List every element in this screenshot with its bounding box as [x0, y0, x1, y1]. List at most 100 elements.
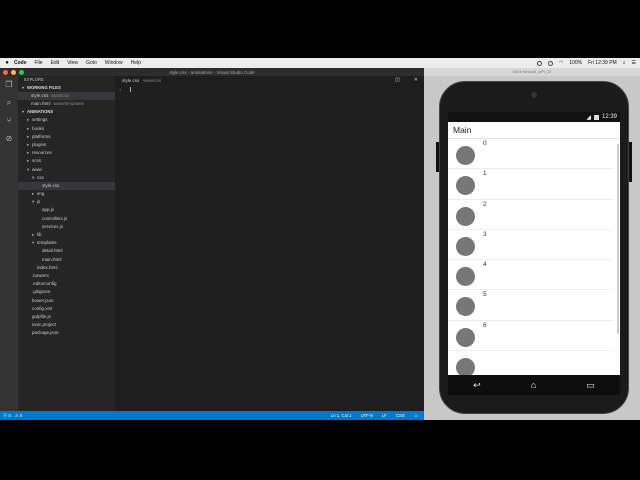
working-file-name: style.css	[31, 93, 49, 98]
tree-file[interactable]: detail.html	[18, 247, 115, 255]
list-item[interactable]: 1	[448, 169, 613, 200]
tree-item-label: index.html	[37, 264, 58, 270]
tree-file[interactable]: .editorconfig	[18, 280, 115, 288]
tree-item-label: main.html	[42, 256, 62, 262]
status-icon[interactable]	[536, 60, 542, 66]
tree-folder[interactable]: ▸ hooks	[18, 125, 115, 133]
tree-folder[interactable]: ▾ js	[18, 198, 115, 206]
tree-file[interactable]: package.json	[18, 329, 115, 337]
warnings-indicator[interactable]: ⚠ 0	[15, 413, 22, 419]
tree-folder[interactable]: ▸ img	[18, 190, 115, 198]
tree-file[interactable]: .gitignore	[18, 288, 115, 296]
tree-item-label: package.json	[32, 330, 59, 336]
tree-file[interactable]: config.xml	[18, 305, 115, 313]
menu-goto[interactable]: Goto	[86, 60, 97, 66]
tree-folder[interactable]: ▸ scss	[18, 157, 115, 165]
avatar	[456, 206, 475, 226]
menu-clock[interactable]: Fri 12:39 PM	[588, 60, 617, 66]
tree-item-label: detail.html	[42, 248, 63, 254]
apple-icon[interactable]: ●	[0, 60, 14, 66]
tree-folder[interactable]: ▸ platforms	[18, 133, 115, 141]
close-icon[interactable]: ✕	[414, 77, 418, 83]
tree-folder[interactable]: ▸ resources	[18, 149, 115, 157]
mac-menu-bar: ● Code File Edit View Goto Window Help ◠…	[0, 58, 640, 68]
list-item-partial[interactable]	[448, 351, 613, 375]
tree-folder[interactable]: ▾ www	[18, 166, 115, 174]
debug-icon[interactable]: ⊘	[5, 134, 14, 143]
list-item[interactable]: 0	[448, 139, 613, 170]
git-icon[interactable]: ⑂	[5, 116, 14, 125]
list-item[interactable]: 4	[448, 260, 613, 291]
explorer-title: EXPLORE	[24, 77, 44, 82]
language-mode[interactable]: CSS	[396, 413, 405, 418]
tree-file[interactable]: ionic.project	[18, 321, 115, 329]
tree-item-label: css	[37, 174, 44, 180]
volume-button[interactable]	[629, 142, 632, 182]
tree-item-label: config.xml	[32, 305, 53, 311]
back-icon[interactable]: ↩	[473, 380, 481, 391]
working-files-list: style.css www/css main.html www/templates	[18, 92, 115, 108]
editor-tab[interactable]: style.css www/css ◫ ✕	[115, 76, 424, 85]
tree-item-label: www	[32, 166, 42, 172]
tree-file[interactable]: .bowerrc	[18, 272, 115, 280]
line-ending[interactable]: LF	[382, 413, 387, 418]
menu-window[interactable]: Window	[105, 60, 123, 66]
working-file-item[interactable]: style.css www/css	[18, 92, 115, 101]
project-header[interactable]: ▾ ANIMATIONS	[18, 108, 115, 116]
tree-item-label: .bowerrc	[32, 272, 50, 278]
menu-edit[interactable]: Edit	[51, 60, 60, 66]
list-item[interactable]: 5	[448, 290, 613, 321]
cursor-position[interactable]: Ln 1, Col 1	[331, 413, 352, 418]
tree-folder[interactable]: ▸ lib	[18, 231, 115, 239]
home-icon[interactable]: ⌂	[531, 380, 536, 390]
list-item[interactable]: 6	[448, 321, 613, 352]
tree-item-label: platforms	[32, 133, 51, 139]
split-editor-icon[interactable]: ◫	[395, 77, 400, 83]
list-item-label: 6	[483, 321, 487, 329]
list-icon[interactable]: ☰	[632, 60, 636, 66]
tree-folder[interactable]: ▸ plugins	[18, 141, 115, 149]
wifi-icon[interactable]: ◠	[559, 60, 563, 66]
editor-tab-name[interactable]: style.css	[122, 78, 139, 83]
list-item[interactable]: 3	[448, 230, 613, 261]
search-icon[interactable]: ⌕	[5, 98, 14, 107]
menu-file[interactable]: File	[35, 60, 43, 66]
encoding[interactable]: UTF-8	[361, 413, 373, 418]
menu-code[interactable]: Code	[14, 60, 27, 66]
editor-area[interactable]: style.css www/css ◫ ✕ 1	[115, 76, 424, 411]
tree-file[interactable]: bower.json	[18, 297, 115, 305]
android-emulator: 5554:Nexus5_API_22 ◢ 12:39 Main 0 1 2 3 4 5 6 …	[424, 68, 640, 420]
desktop-screen: ● Code File Edit View Goto Window Help ◠…	[0, 58, 640, 420]
tree-file[interactable]: services.js	[18, 223, 115, 231]
menu-help[interactable]: Help	[131, 60, 141, 66]
vscode-window: style.css - animations - Visual Studio C…	[0, 68, 424, 420]
working-file-path: www/css	[51, 93, 70, 98]
menu-view[interactable]: View	[67, 60, 78, 66]
tree-folder[interactable]: ▾ templates	[18, 239, 115, 247]
tree-file[interactable]: style.css	[18, 181, 115, 191]
tree-item-label: services.js	[42, 223, 64, 229]
working-files-header[interactable]: ▾ WORKING FILES	[18, 84, 115, 92]
recents-icon[interactable]: ▭	[586, 380, 595, 391]
status-icon[interactable]	[547, 60, 553, 66]
errors-indicator[interactable]: ⓧ 0	[3, 413, 11, 419]
battery-percent[interactable]: 100%	[569, 60, 582, 66]
avatar	[456, 146, 475, 165]
search-icon[interactable]: ⌕	[623, 60, 626, 66]
list-item[interactable]: 2	[448, 200, 613, 230]
tree-file[interactable]: app.js	[18, 206, 115, 214]
tree-file[interactable]: controllers.js	[18, 215, 115, 223]
tree-folder[interactable]: ▾ css	[18, 174, 115, 182]
avatar	[456, 236, 475, 256]
tree-folder[interactable]: ▸ settings	[18, 116, 115, 124]
power-button[interactable]	[436, 142, 439, 172]
files-icon[interactable]: ❐	[5, 80, 14, 89]
feedback-icon[interactable]: ☺	[414, 413, 418, 418]
tree-item-label: .editorconfig	[32, 281, 57, 287]
tree-file[interactable]: index.html	[18, 264, 115, 272]
tree-file[interactable]: gulpfile.js	[18, 313, 115, 321]
working-file-item[interactable]: main.html www/templates	[18, 100, 115, 108]
activity-bar: ❐ ⌕ ⑂ ⊘	[0, 76, 18, 411]
working-file-name: main.html	[31, 101, 51, 107]
tree-file[interactable]: main.html	[18, 256, 115, 264]
